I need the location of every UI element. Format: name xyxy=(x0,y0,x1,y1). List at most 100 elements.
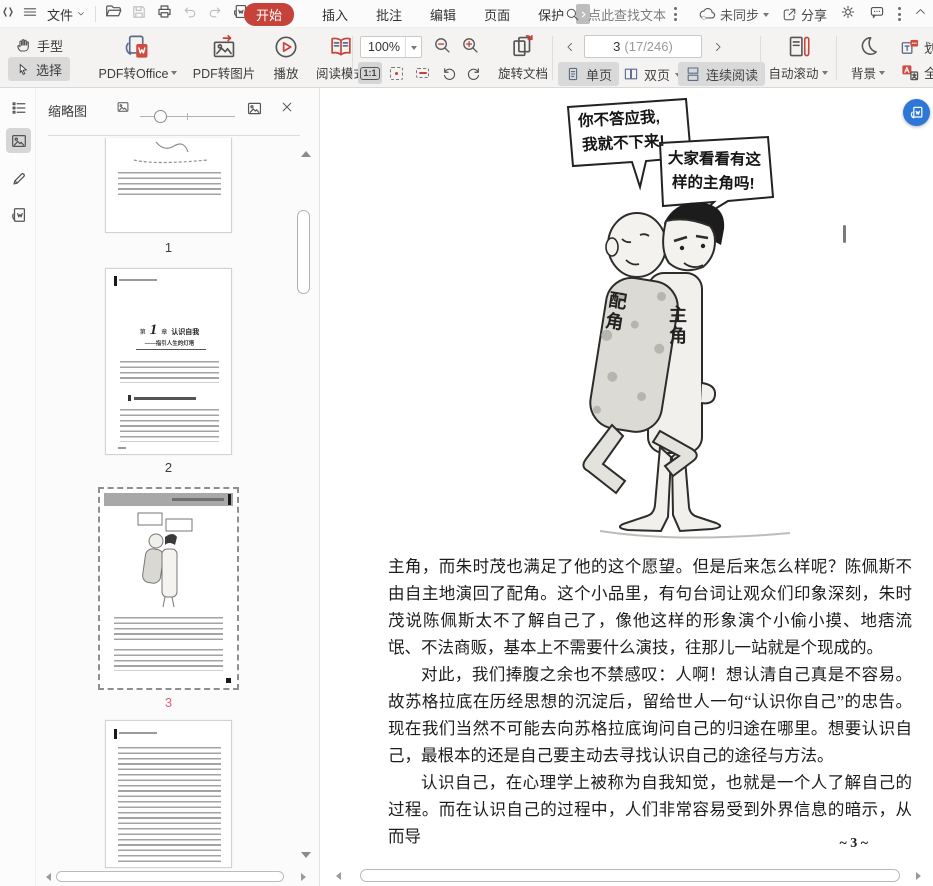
feedback-button[interactable] xyxy=(869,4,885,25)
zoom-in-button[interactable] xyxy=(460,34,480,56)
thumb4-header-bar xyxy=(114,729,117,739)
document-scroll-right-arrow[interactable] xyxy=(916,872,925,880)
hand-tool-button[interactable]: 手型 xyxy=(8,33,70,57)
select-tool-button[interactable]: 选择 xyxy=(8,57,71,81)
search-placeholder: 点此查找文本 xyxy=(588,7,667,23)
pdf-to-office-button[interactable]: PDF转Office xyxy=(96,32,180,84)
tab-protect[interactable]: 保护 xyxy=(538,5,564,24)
pdf-to-image-button[interactable]: PDF转图片 xyxy=(186,32,262,84)
cursor-icon xyxy=(19,63,28,75)
print-button[interactable] xyxy=(156,3,173,25)
actual-size-button[interactable]: 1:1 xyxy=(358,62,382,84)
continuous-reading-label: 连续阅读 xyxy=(706,67,759,83)
save-button[interactable] xyxy=(131,4,147,25)
tab-insert[interactable]: 插入 xyxy=(322,5,348,24)
bubble-left-line1: 你不答应我, xyxy=(577,108,661,131)
single-page-mode-button[interactable]: 单页 xyxy=(558,62,620,86)
thumbnail-size-slider[interactable] xyxy=(140,110,235,124)
thumb3-text-lines2 xyxy=(114,649,223,671)
settings-button[interactable] xyxy=(840,4,856,25)
page-number-field[interactable]: 3 (17/246) xyxy=(584,35,702,58)
zoom-level-value: 100% xyxy=(368,40,400,54)
thumb4-text-lines xyxy=(118,747,221,865)
tab-page[interactable]: 页面 xyxy=(484,5,510,24)
page-text: 主角，而朱时茂也满足了他的这个愿望。但是后来怎么样呢？陈佩斯不由自主地演回了配角… xyxy=(388,553,912,850)
document-vertical-scrollbar-thumb[interactable] xyxy=(843,225,846,243)
document-horizontal-scrollbar-thumb[interactable] xyxy=(360,869,900,882)
panel-scroll-down-arrow[interactable] xyxy=(301,852,311,863)
hamburger-menu-button[interactable] xyxy=(22,4,38,25)
pdf-to-office-icon xyxy=(125,35,148,58)
continuous-reading-button[interactable]: 连续阅读 xyxy=(678,62,766,86)
word-translation-icon xyxy=(901,39,919,54)
play-button[interactable]: 播放 xyxy=(266,32,306,84)
open-file-button[interactable] xyxy=(105,3,122,25)
sync-status-button[interactable]: 未同步 xyxy=(698,5,769,24)
thumbnail-page-2[interactable]: 第 1 章 认识自我 ——指引人生的灯塔 xyxy=(105,268,232,455)
auto-scroll-button[interactable]: 自动滚动 xyxy=(766,32,830,84)
slider-knob[interactable] xyxy=(154,110,167,123)
thumbnail-panel-button[interactable] xyxy=(6,128,31,153)
page-illustration: 你不答应我, 我就不下来! 大家看看有这 样的主角吗! 配角 主角 xyxy=(560,95,810,540)
document-scroll-left-arrow[interactable] xyxy=(332,872,341,880)
fit-page-button[interactable] xyxy=(384,62,408,84)
export-panel-button[interactable] xyxy=(6,202,31,227)
panel-horizontal-scrollbar xyxy=(36,870,320,884)
rotate-left-button[interactable] xyxy=(436,62,460,84)
double-page-label: 双页 xyxy=(644,67,671,83)
thumbnail-smaller-icon[interactable] xyxy=(116,100,130,119)
tab-edit[interactable]: 编辑 xyxy=(430,5,456,24)
word-translation-label: 划词翻译 xyxy=(924,38,933,57)
rotate-document-button[interactable]: 旋转文档 xyxy=(492,32,554,84)
thumb3-header-bar xyxy=(228,494,231,505)
titlebar-right-group: 未同步 分享 xyxy=(698,0,927,28)
next-page-button[interactable] xyxy=(708,36,728,58)
thumbnail-larger-icon[interactable] xyxy=(246,100,263,122)
bubble-right-line1: 大家看看有这 xyxy=(667,150,762,169)
select-tool-label: 选择 xyxy=(36,62,63,78)
thumbnail-page-3-selected[interactable] xyxy=(98,487,239,690)
undo-button[interactable] xyxy=(182,4,198,25)
panel-horizontal-scrollbar-thumb[interactable] xyxy=(56,871,284,882)
rotate-right-button[interactable] xyxy=(462,62,486,84)
fit-width-button[interactable] xyxy=(410,62,434,84)
thumb2-title-rule xyxy=(136,349,206,350)
panel-scroll-right-arrow[interactable] xyxy=(301,873,310,881)
file-menu-label: 文件 xyxy=(47,7,74,23)
hand-tool-label: 手型 xyxy=(37,38,64,54)
search-options-icon[interactable] xyxy=(674,7,678,21)
thumbnail-page-4[interactable] xyxy=(105,720,232,868)
annotation-panel-button[interactable] xyxy=(6,166,31,191)
tab-annotate[interactable]: 批注 xyxy=(376,5,402,24)
thumbnail-3-number: 3 xyxy=(164,695,173,710)
tab-home[interactable]: 开始 xyxy=(244,2,295,26)
zoom-level-combobox[interactable]: 100% xyxy=(360,36,422,58)
background-button[interactable]: 背景 xyxy=(842,32,894,84)
zoom-out-button[interactable] xyxy=(432,34,452,56)
thumb2-pagenum-mark xyxy=(118,447,126,449)
cartoon-label-main-role: 主角 xyxy=(667,305,687,347)
titlebar-left-group: 文件 xyxy=(3,0,265,28)
file-menu-button[interactable]: 文件 xyxy=(47,5,86,24)
previous-page-button[interactable] xyxy=(560,36,580,58)
collapse-toolbar-button[interactable] xyxy=(914,5,927,23)
redo-button[interactable] xyxy=(207,4,223,25)
panel-scroll-up-arrow[interactable] xyxy=(301,146,311,157)
thumbnail-page-1[interactable] xyxy=(105,138,232,233)
outline-panel-button[interactable] xyxy=(6,95,31,120)
window-handle-icon[interactable] xyxy=(3,5,13,24)
panel-vertical-scrollbar-thumb[interactable] xyxy=(297,210,310,294)
more-options-icon[interactable] xyxy=(898,7,901,21)
panel-scroll-left-arrow[interactable] xyxy=(42,873,51,881)
word-translation-button[interactable]: 划词翻译 xyxy=(900,36,933,58)
fulltext-translation-button[interactable]: 全文翻译 xyxy=(900,61,933,83)
search-box[interactable]: 点此查找文本 xyxy=(565,0,678,28)
thumb2-header-bar xyxy=(114,276,117,286)
document-view[interactable]: 你不答应我, 我就不下来! 大家看看有这 样的主角吗! 配角 主角 主角，而朱时… xyxy=(320,88,933,886)
close-panel-button[interactable] xyxy=(280,100,294,119)
thumb3-corner-mark xyxy=(226,678,231,683)
share-button[interactable]: 分享 xyxy=(782,5,827,24)
quick-convert-float-button[interactable] xyxy=(903,99,930,126)
fulltext-translation-icon xyxy=(902,64,919,80)
pointer-tools: 手型 选择 xyxy=(8,33,71,81)
